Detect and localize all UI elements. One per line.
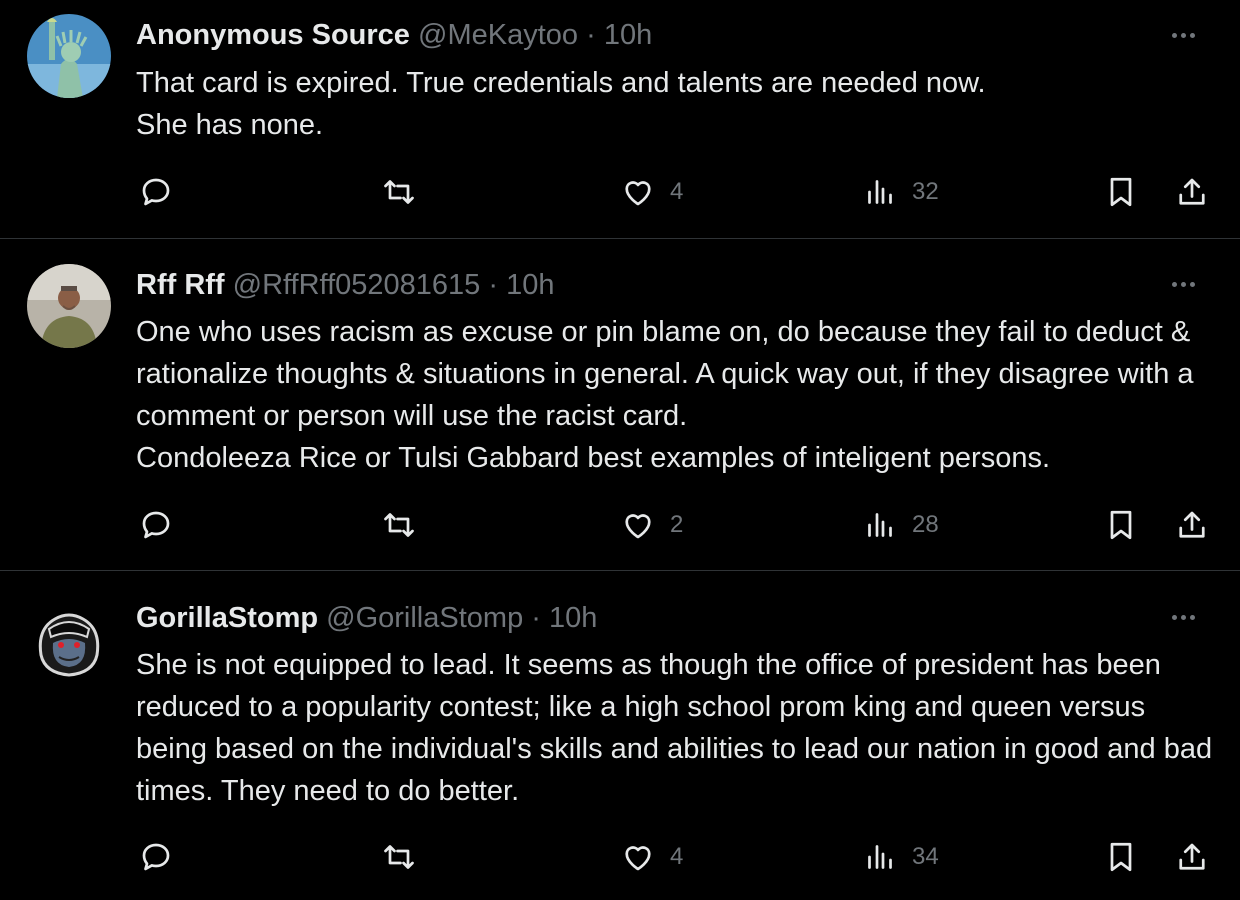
timestamp[interactable]: 10h (604, 19, 652, 51)
share-icon (1179, 178, 1205, 205)
bookmark-button[interactable] (1103, 172, 1139, 212)
bookmark-button[interactable] (1103, 837, 1139, 877)
tweet-actions: 4 34 (0, 837, 1240, 877)
view-count: 34 (912, 843, 939, 870)
separator-dot: · (531, 602, 541, 634)
like-count: 4 (670, 843, 684, 870)
person-photo-avatar (27, 264, 111, 348)
separator-dot: · (586, 19, 596, 51)
tweet-actions: 2 28 (0, 505, 1240, 545)
like-count: 2 (670, 511, 684, 538)
like-button[interactable]: 2 (620, 505, 683, 545)
tweet-header: GorillaStomp @GorillaStomp · 10h (136, 600, 597, 636)
reply-icon (142, 511, 170, 539)
views-button[interactable]: 28 (862, 505, 939, 545)
reply-icon (142, 843, 170, 871)
like-button[interactable]: 4 (620, 172, 683, 212)
views-chart-icon (868, 845, 892, 869)
more-options-icon[interactable] (1172, 606, 1208, 630)
tweet-text: One who uses racism as excuse or pin bla… (136, 316, 1194, 474)
tweet[interactable]: GorillaStomp @GorillaStomp · 10h She is … (0, 571, 1240, 900)
bookmark-button[interactable] (1103, 505, 1139, 545)
avatar[interactable] (27, 264, 111, 348)
views-button[interactable]: 32 (862, 172, 939, 212)
separator-dot: · (488, 269, 499, 301)
view-count: 28 (912, 511, 939, 538)
like-count: 4 (670, 178, 684, 205)
share-button[interactable] (1174, 172, 1210, 212)
statue-of-liberty-avatar (27, 14, 111, 98)
bookmark-icon (1110, 177, 1132, 207)
views-button[interactable]: 34 (862, 837, 939, 877)
heart-icon (625, 514, 651, 539)
timestamp[interactable]: 10h (506, 269, 554, 301)
share-button[interactable] (1174, 505, 1210, 545)
tweet-header: Anonymous Source @MeKaytoo · 10h (136, 17, 652, 53)
retweet-button[interactable] (381, 172, 417, 212)
tweet[interactable]: Anonymous Source @MeKaytoo · 10h That ca… (0, 0, 1240, 238)
reply-button[interactable] (138, 837, 174, 877)
retweet-button[interactable] (381, 837, 417, 877)
avatar[interactable] (27, 599, 111, 683)
user-handle[interactable]: @RffRff052081615 (233, 269, 481, 301)
user-handle[interactable]: @GorillaStomp (326, 602, 523, 634)
retweet-icon (384, 180, 414, 204)
share-button[interactable] (1174, 837, 1210, 877)
reply-button[interactable] (138, 172, 174, 212)
more-options-icon[interactable] (1172, 273, 1208, 297)
share-icon (1179, 511, 1205, 538)
tweet-text: That card is expired. True credentials a… (136, 67, 986, 141)
share-icon (1179, 843, 1205, 870)
display-name[interactable]: Rff Rff (136, 269, 225, 301)
display-name[interactable]: Anonymous Source (136, 19, 410, 51)
bookmark-icon (1110, 510, 1132, 540)
retweet-icon (384, 845, 414, 869)
heart-icon (625, 846, 651, 871)
like-button[interactable]: 4 (620, 837, 683, 877)
more-options-icon[interactable] (1172, 24, 1208, 48)
view-count: 32 (912, 178, 939, 205)
user-handle[interactable]: @MeKaytoo (418, 19, 578, 51)
retweet-icon (384, 513, 414, 537)
views-chart-icon (868, 513, 892, 537)
views-chart-icon (868, 180, 892, 204)
avatar[interactable] (27, 14, 111, 98)
gorilla-cartoon-avatar (27, 599, 111, 683)
reply-feed: Anonymous Source @MeKaytoo · 10h That ca… (0, 0, 1240, 900)
heart-icon (625, 181, 651, 206)
display-name[interactable]: GorillaStomp (136, 602, 318, 634)
tweet-text: She is not equipped to lead. It seems as… (136, 649, 1213, 807)
bookmark-icon (1110, 842, 1132, 872)
tweet-header: Rff Rff @RffRff052081615 · 10h (136, 267, 555, 303)
tweet-actions: 4 32 (0, 172, 1240, 212)
retweet-button[interactable] (381, 505, 417, 545)
reply-icon (142, 178, 170, 206)
tweet[interactable]: Rff Rff @RffRff052081615 · 10h One who u… (0, 239, 1240, 570)
timestamp[interactable]: 10h (549, 602, 597, 634)
reply-button[interactable] (138, 505, 174, 545)
